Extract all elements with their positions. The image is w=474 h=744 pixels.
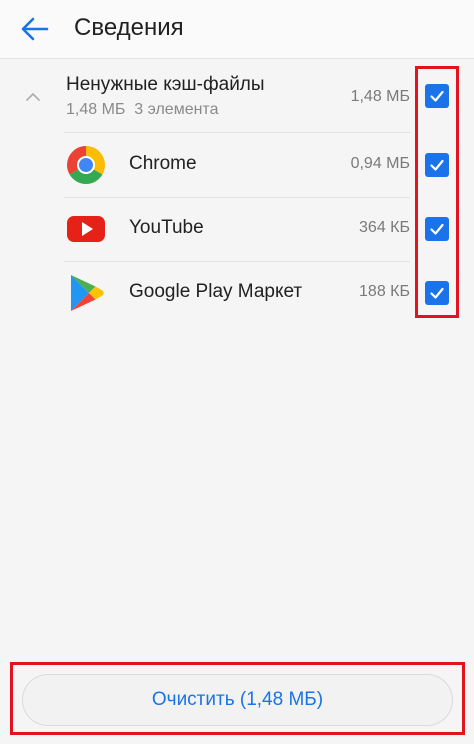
checkbox-chrome[interactable]	[425, 153, 449, 177]
app-size: 0,94 МБ	[350, 155, 410, 172]
list-item-chrome[interactable]: Chrome 0,94 МБ	[0, 133, 474, 197]
cache-group-row[interactable]: Ненужные кэш-файлы 1,48 МБ 3 элемента 1,…	[0, 64, 474, 130]
app-name: Google Play Маркет	[129, 281, 303, 302]
checkmark-icon	[430, 159, 444, 171]
youtube-icon	[66, 209, 106, 249]
list-item-youtube[interactable]: YouTube 364 КБ	[0, 197, 474, 261]
app-size: 364 КБ	[359, 219, 410, 236]
header-divider	[0, 58, 474, 59]
chevron-up-icon	[26, 93, 40, 101]
checkbox-youtube[interactable]	[425, 217, 449, 241]
checkmark-icon	[430, 90, 444, 102]
clear-button[interactable]: Очистить (1,48 МБ)	[22, 674, 453, 726]
back-button[interactable]	[18, 12, 52, 46]
app-bar: Сведения	[0, 0, 474, 58]
group-subtitle: 1,48 МБ 3 элемента	[66, 101, 219, 118]
group-size: 1,48 МБ	[350, 88, 410, 105]
page-title: Сведения	[74, 14, 184, 41]
chrome-icon	[66, 145, 106, 185]
checkmark-icon	[430, 223, 444, 235]
collapse-button[interactable]	[22, 86, 44, 108]
checkmark-icon	[430, 287, 444, 299]
checkbox-google-play[interactable]	[425, 281, 449, 305]
google-play-icon	[66, 273, 106, 313]
group-title: Ненужные кэш-файлы	[66, 74, 265, 95]
list-item-google-play[interactable]: Google Play Маркет 188 КБ	[0, 261, 474, 325]
arrow-left-icon	[21, 17, 49, 41]
app-name: YouTube	[129, 217, 204, 238]
app-size: 188 КБ	[359, 283, 410, 300]
group-checkbox[interactable]	[425, 84, 449, 108]
app-name: Chrome	[129, 153, 197, 174]
